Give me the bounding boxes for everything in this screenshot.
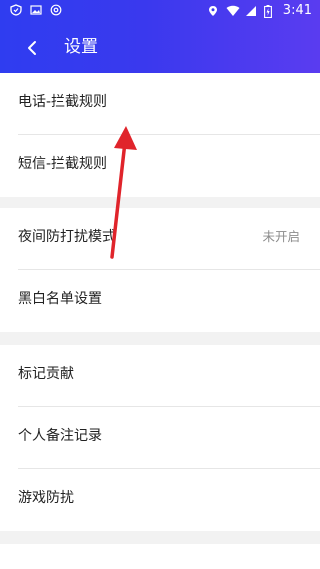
location-icon: [207, 5, 219, 17]
settings-item-sms-intercept-rules[interactable]: 短信-拦截规则: [0, 135, 320, 197]
toolbar: 设置: [0, 24, 320, 73]
settings-item-label: 黑白名单设置: [18, 291, 102, 307]
settings-item-label: 短信-拦截规则: [18, 156, 108, 172]
wifi-icon: [226, 5, 240, 17]
settings-item-call-intercept-rules[interactable]: 电话-拦截规则: [0, 73, 320, 135]
shield-icon: [10, 4, 22, 16]
settings-item-label: 电话-拦截规则: [18, 94, 108, 110]
settings-group-records: 标记贡献 个人备注记录 游戏防扰: [0, 345, 320, 531]
settings-item-label: 游戏防扰: [18, 490, 74, 506]
settings-item-personal-notes[interactable]: 个人备注记录: [0, 407, 320, 469]
signal-icon: [245, 5, 257, 17]
settings-item-label: 标记贡献: [18, 366, 74, 382]
back-button[interactable]: [18, 34, 46, 62]
settings-item-black-white-list[interactable]: 黑白名单设置: [0, 270, 320, 332]
settings-group-intercept: 电话-拦截规则 短信-拦截规则: [0, 73, 320, 197]
page-title: 设置: [64, 37, 98, 57]
image-icon: [30, 4, 42, 16]
battery-icon: [263, 4, 276, 18]
at-icon: [50, 4, 62, 16]
settings-group-next: [0, 544, 320, 569]
settings-item-label: 个人备注记录: [18, 428, 102, 444]
settings-item-mark-contribution[interactable]: 标记贡献: [0, 345, 320, 407]
settings-item-game-dnd[interactable]: 游戏防扰: [0, 469, 320, 531]
status-time: 3:41: [282, 3, 312, 18]
settings-item-label: 夜间防打扰模式: [18, 229, 116, 245]
night-dnd-status: 未开启: [262, 229, 300, 244]
chevron-left-icon: [18, 41, 46, 66]
settings-item-night-dnd-mode[interactable]: 夜间防打扰模式 未开启: [0, 208, 320, 270]
status-bar: 3:41: [0, 0, 320, 24]
app-header: 3:41 设置: [0, 0, 320, 73]
settings-group-protection: 夜间防打扰模式 未开启 黑白名单设置: [0, 208, 320, 332]
